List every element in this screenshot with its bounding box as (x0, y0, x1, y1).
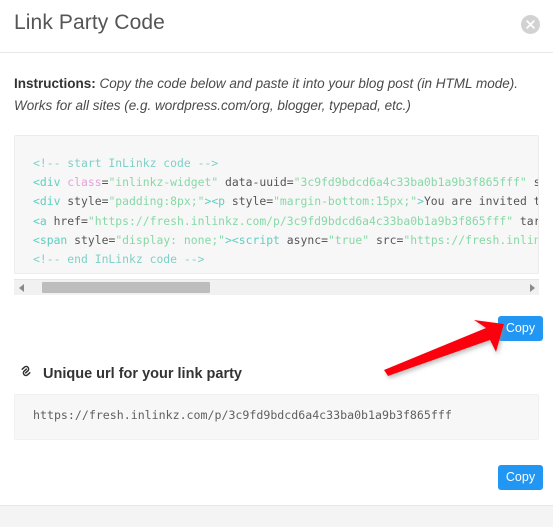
code-line: <!-- end InLinkz code --> (33, 252, 205, 267)
copy-url-button[interactable]: Copy (498, 465, 543, 490)
page-title: Link Party Code (14, 11, 165, 34)
code-line: <div style="padding:8px;"><p style="marg… (33, 194, 538, 209)
instructions-text: Instructions: Copy the code below and pa… (14, 73, 539, 117)
code-content: <!-- start InLinkz code --> <div class="i… (15, 136, 538, 270)
scrollbar-track[interactable] (28, 280, 525, 295)
code-line: <!-- start InLinkz code --> (33, 155, 219, 170)
unique-url-value: https://fresh.inlinkz.com/p/3c9fd9bdcd6a… (33, 408, 452, 422)
code-line: <a href="https://fresh.inlinkz.com/p/3c9… (33, 213, 538, 228)
instructions-line-2: Works for all sites (e.g. wordpress.com/… (14, 97, 411, 113)
triangle-left-icon[interactable] (14, 280, 28, 295)
modal-header: Link Party Code (0, 0, 553, 53)
close-icon[interactable] (521, 15, 540, 34)
red-arrow-icon (378, 318, 518, 380)
unique-url-heading-label: Unique url for your link party (43, 365, 242, 382)
code-line: <span style="display: none;"><script asy… (33, 232, 538, 247)
unique-url-heading: Unique url for your link party (18, 363, 242, 384)
code-horizontal-scrollbar[interactable] (14, 279, 539, 295)
scrollbar-thumb[interactable] (42, 282, 210, 293)
modal-body: Instructions: Copy the code below and pa… (0, 73, 553, 274)
instructions-line-1: Copy the code below and paste it into yo… (95, 76, 518, 91)
code-block[interactable]: <!-- start InLinkz code --> <div class="i… (14, 134, 539, 274)
link-icon (18, 363, 34, 384)
instructions-label: Instructions: (14, 76, 96, 91)
triangle-right-icon[interactable] (525, 280, 539, 295)
copy-code-button[interactable]: Copy (498, 316, 543, 341)
unique-url-box[interactable]: https://fresh.inlinkz.com/p/3c9fd9bdcd6a… (14, 394, 539, 440)
code-line: <div class="inlinkz-widget" data-uuid="3… (33, 175, 538, 190)
modal-footer (0, 505, 553, 527)
